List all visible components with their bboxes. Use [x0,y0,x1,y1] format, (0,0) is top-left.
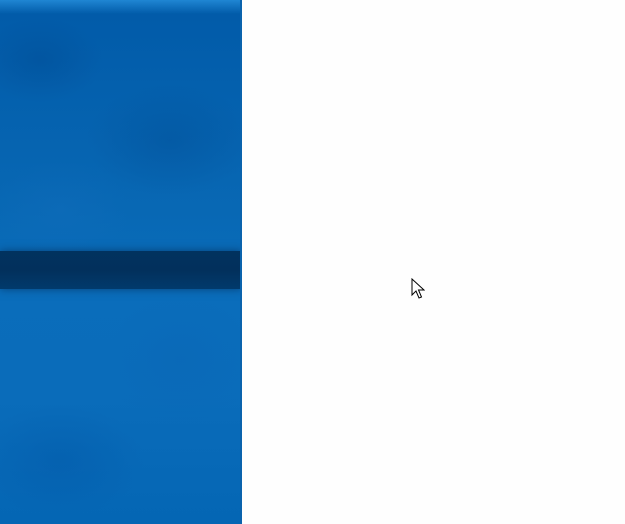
wallpaper-top-glow [0,0,242,14]
desktop-wallpaper [0,0,242,524]
blank-window-area [242,0,625,524]
arrow-pointer-icon [411,278,425,299]
screen [0,0,625,524]
wallpaper-dark-band [0,251,242,289]
